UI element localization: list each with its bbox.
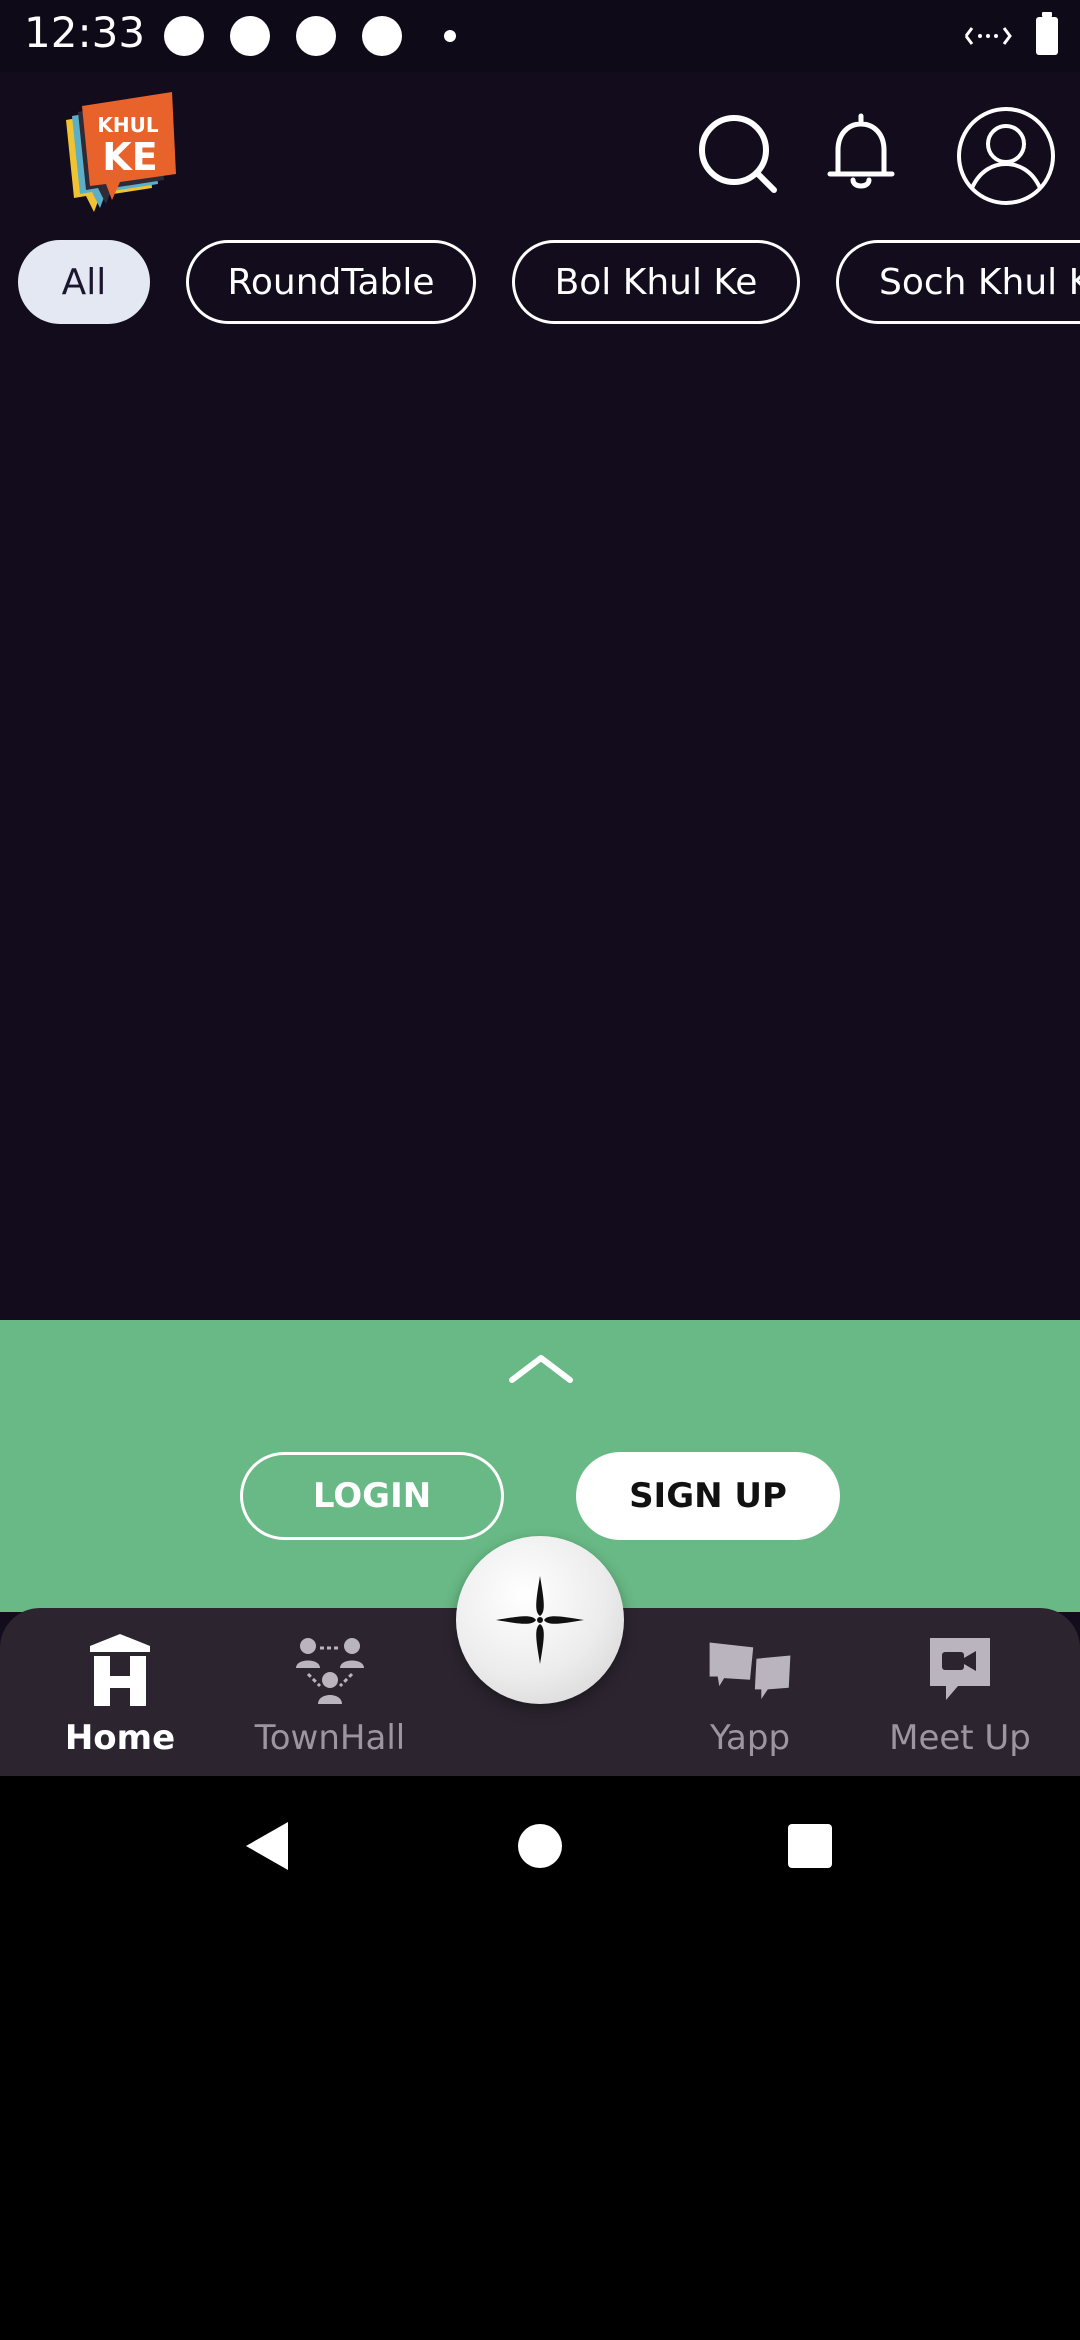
nav-label-meetup: Meet Up [889,1718,1031,1758]
nav-label-yapp: Yapp [709,1718,791,1758]
nav-label-home: Home [64,1718,176,1758]
logo-text-top: KHUL [97,113,158,137]
notification-dot-icon [362,16,402,56]
recents-icon[interactable] [788,1824,832,1868]
bell-icon[interactable] [826,112,896,196]
meetup-icon [918,1628,1002,1712]
content-area [0,340,1080,1320]
logo-text-bottom: KE [102,135,157,179]
chip-bol-khul-ke[interactable]: Bol Khul Ke [512,240,800,324]
home-system-icon[interactable] [518,1824,562,1868]
nav-item-home[interactable]: Home [20,1608,220,1776]
notification-dot-icon [296,16,336,56]
signup-button[interactable]: SIGN UP [576,1452,840,1540]
chip-soch-khul-ke[interactable]: Soch Khul Ke [836,240,1080,324]
home-icon [78,1628,162,1712]
townhall-icon [288,1628,372,1712]
nav-label-townhall: TownHall [254,1718,406,1758]
khul-ke-logo[interactable]: KHUL KE [60,92,180,214]
login-button[interactable]: LOGIN [240,1452,504,1540]
notification-dot-icon [230,16,270,56]
battery-icon [1036,12,1058,55]
chip-all[interactable]: All [18,240,150,324]
nav-item-yapp[interactable]: Yapp [650,1608,850,1776]
nav-item-townhall[interactable]: TownHall [230,1608,430,1776]
profile-icon[interactable] [956,106,1056,206]
data-transfer-icon [964,27,1012,45]
search-icon[interactable] [696,112,780,196]
app-screen: 12:33 KHUL KE All RoundTable Bol Khul Ke… [0,0,1080,1776]
center-action-button[interactable] [456,1536,624,1704]
status-bar: 12:33 [0,0,1080,72]
notification-dot-icon [164,16,204,56]
system-nav-bar [0,1776,1080,1920]
filter-chips: All RoundTable Bol Khul Ke Soch Khul Ke [0,238,1080,330]
back-icon[interactable] [244,1820,290,1872]
nav-item-meetup[interactable]: Meet Up [860,1608,1060,1776]
status-icons [962,12,1058,58]
more-notifications-icon [444,30,456,42]
app-header: KHUL KE [0,72,1080,232]
yapp-icon [708,1628,792,1712]
chip-roundtable[interactable]: RoundTable [186,240,476,324]
chevron-up-icon[interactable] [506,1348,576,1388]
sparkle-icon [496,1576,584,1664]
status-time: 12:33 [24,8,146,57]
